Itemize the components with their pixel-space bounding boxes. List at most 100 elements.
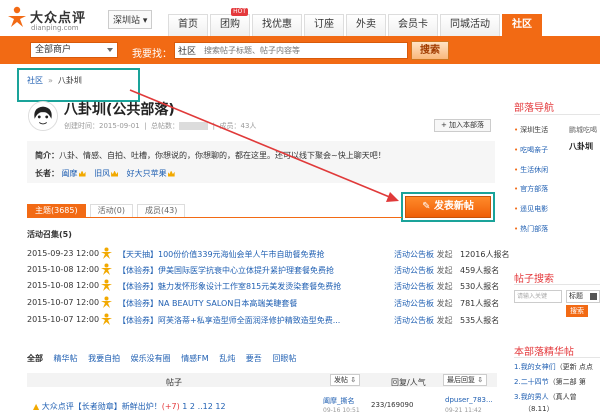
- nav-tab-label: 团购: [220, 19, 240, 30]
- elder-user-link[interactable]: 旧风: [94, 169, 110, 178]
- event-organizer: 活动公告板 发起: [394, 315, 453, 326]
- event-date: 2015-10-07 12:00: [27, 298, 100, 307]
- person-icon: [101, 296, 112, 308]
- event-signup-count: 530人报名: [460, 282, 500, 291]
- sidebar-nav-official[interactable]: 官方部落: [514, 184, 548, 194]
- highlight-item[interactable]: 3.我的男人（真人曾: [514, 392, 577, 402]
- sidebar-search-title: 帖子搜索: [514, 274, 554, 285]
- search-label: 我要找：: [132, 49, 172, 60]
- nav-tab-label: 找优惠: [262, 19, 292, 30]
- col-last-reply-sort[interactable]: 最后回复 ⇩: [443, 374, 488, 386]
- search-scope[interactable]: 社区: [178, 44, 196, 57]
- sort-arrow-icon: ⇩: [477, 376, 484, 384]
- sidebar-nav-family[interactable]: 吃喝亲子: [514, 145, 548, 155]
- elder-user-link[interactable]: 阖摩: [62, 169, 78, 178]
- nav-tab-deals[interactable]: 找优惠: [252, 14, 302, 36]
- nav-tab-label: 社区: [512, 19, 532, 30]
- nav-tab-events[interactable]: 同城活动: [440, 14, 500, 36]
- sidebar-highlights-title: 本部落精华帖: [514, 347, 574, 358]
- sidebar-nav-movies[interactable]: 遥见电影: [514, 204, 548, 214]
- filter-reply[interactable]: 回眼帖: [272, 354, 296, 363]
- chevron-down-icon: [107, 48, 113, 52]
- post-pages[interactable]: 1 2 ..12 12: [182, 402, 225, 411]
- event-organizer-link[interactable]: 活动公告板: [394, 250, 434, 259]
- group-intro: 简介：八卦、情感、自拍、吐槽，你想说的，你想聊的，都在这里。还可以线下聚会~快上…: [35, 150, 386, 161]
- filter-stew[interactable]: 乱炖: [219, 354, 235, 363]
- highlight-item[interactable]: 1.我的女神们（更新 点点: [514, 362, 593, 372]
- elder-user-link[interactable]: 好大只苹果: [127, 169, 167, 178]
- sidebar-nav-sub-dining[interactable]: 鹏城吃喝: [569, 125, 597, 135]
- event-signup-count: 535人报名: [460, 316, 500, 325]
- event-organizer-link[interactable]: 活动公告板: [394, 282, 434, 291]
- event-action: 发起: [434, 282, 453, 291]
- logo-subtext: dianping.com: [31, 24, 79, 32]
- breadcrumb-root-link[interactable]: 社区: [27, 76, 43, 85]
- event-title-link[interactable]: 【体验券】NA BEAUTY SALON日本高端美睫套餐: [118, 298, 383, 309]
- highlight-number: 2.: [514, 378, 521, 386]
- merchant-category-select[interactable]: 全部商户: [30, 42, 118, 58]
- sidebar-search-input[interactable]: 请输入关键: [514, 290, 562, 303]
- tab-topics[interactable]: 主题(3685): [27, 204, 86, 218]
- nav-tab-groupbuy[interactable]: 团购 HOT: [210, 8, 250, 36]
- filter-selfie[interactable]: 我要自拍: [88, 354, 120, 363]
- event-title-link[interactable]: 【天天抽】100份价值339元海仙会单人午市自助餐免费抢: [118, 249, 383, 260]
- event-organizer-link[interactable]: 活动公告板: [394, 316, 434, 325]
- filter-entertainment[interactable]: 娱乐没有圈: [131, 354, 171, 363]
- nav-tab-label: 同城活动: [450, 19, 490, 30]
- event-organizer-link[interactable]: 活动公告板: [394, 266, 434, 275]
- nav-tab-takeout[interactable]: 外卖: [346, 14, 386, 36]
- filter-all[interactable]: 全部: [27, 354, 43, 363]
- col-author-sort[interactable]: 发帖 ⇩: [330, 374, 361, 386]
- event-organizer: 活动公告板 发起: [394, 249, 453, 260]
- nav-tab-membercard[interactable]: 会员卡: [388, 14, 438, 36]
- filter-emotion-fm[interactable]: 情感FM: [181, 354, 209, 363]
- tab-activities[interactable]: 活动(0): [89, 204, 133, 218]
- main-nav: 首页 团购 HOT 找优惠 订座 外卖 会员卡 同城活动 社区: [168, 8, 544, 36]
- sidebar-nav-leisure[interactable]: 生活休闲: [514, 165, 548, 175]
- filter-essence[interactable]: 精华帖: [54, 354, 78, 363]
- filter-yaowu[interactable]: 要吾: [246, 354, 262, 363]
- event-date: 2015-09-23 12:00: [27, 249, 100, 258]
- group-meta: 创建时间：2015-09-01 | 总帖数：35314帖 | 成员：43人: [64, 122, 257, 130]
- post-last-reply-user[interactable]: dpuser_783...: [445, 396, 493, 404]
- sidebar-nav-hot[interactable]: 热门部落: [514, 224, 548, 234]
- tab-members[interactable]: 成员(43): [136, 204, 186, 218]
- nav-tab-label: 会员卡: [398, 19, 428, 30]
- event-date: 2015-10-08 12:00: [27, 281, 100, 290]
- nav-tab-home[interactable]: 首页: [168, 14, 208, 36]
- event-row: 2015-10-08 12:00 【体验券】魅力发怀形象设计工作室815元美发烫…: [27, 279, 500, 294]
- highlight-number: 1.: [514, 363, 521, 371]
- search-input[interactable]: [204, 43, 400, 58]
- event-title-link[interactable]: 【体验券】伊美国际医学抗衰中心立体提升紧护理套餐免费抢: [118, 265, 383, 276]
- sidebar-search-button[interactable]: 搜索: [566, 305, 588, 317]
- highlight-text: 我的女神们: [520, 363, 556, 371]
- group-avatar: [28, 101, 58, 131]
- new-post-button[interactable]: ✎ 发表新帖: [405, 196, 491, 218]
- post-author-link[interactable]: 阖摩_撕名: [323, 396, 355, 406]
- breadcrumb-separator: »: [48, 76, 53, 85]
- event-organizer-link[interactable]: 活动公告板: [394, 299, 434, 308]
- nav-tab-booking[interactable]: 订座: [304, 14, 344, 36]
- event-title-link[interactable]: 【体验券】阿芙洛蒂+私享造型师全面润泽修护精致造型免费...: [118, 315, 383, 326]
- col-author-label: 发帖: [334, 376, 348, 384]
- nav-tab-community[interactable]: 社区: [502, 14, 542, 36]
- intro-label: 简介：: [35, 151, 59, 160]
- merchant-select-value: 全部商户: [35, 45, 72, 55]
- sidebar-nav-shenzhen-life[interactable]: 深圳生活: [514, 125, 548, 135]
- city-switcher[interactable]: 深圳站 ▾: [108, 10, 153, 29]
- search-button[interactable]: 搜索: [411, 41, 449, 60]
- post-new-count: (+7): [161, 402, 180, 411]
- new-post-label: 发表新帖: [433, 201, 474, 212]
- post-title-link[interactable]: 大众点评【长者勋章】新鲜出炉！: [42, 402, 162, 411]
- crown-icon: [167, 170, 175, 177]
- event-signup-count: 781人报名: [460, 299, 500, 308]
- chevron-down-icon: [590, 293, 597, 300]
- total-posts-label: 总帖数：: [150, 122, 179, 130]
- dianping-logo-icon[interactable]: [6, 6, 28, 28]
- highlight-item[interactable]: 2.二十四节（第二部 第: [514, 377, 586, 387]
- sidebar-search-select[interactable]: 标题: [566, 290, 600, 303]
- join-group-button[interactable]: + 加入本部落: [434, 119, 491, 132]
- hot-badge: HOT: [231, 8, 248, 16]
- event-title-link[interactable]: 【体验券】魅力发怀形象设计工作室815元美发烫染套餐免费抢: [118, 281, 383, 292]
- event-action: 发起: [434, 316, 453, 325]
